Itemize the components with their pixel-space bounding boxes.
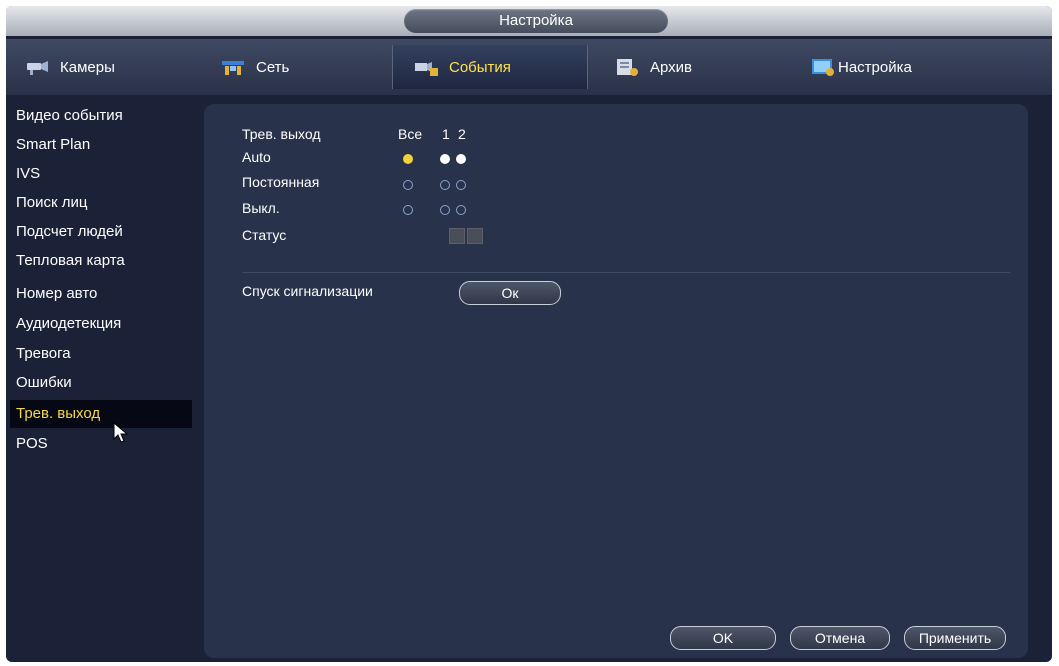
mouse-cursor-icon — [113, 422, 129, 443]
cancel-button[interactable]: Отмена — [790, 626, 890, 650]
mode-auto-label: Auto — [242, 149, 271, 165]
alarm-release-label: Спуск сигнализации — [242, 283, 373, 299]
sidebar-item-errors[interactable]: Ошибки — [10, 369, 192, 397]
archive-icon — [617, 59, 638, 76]
auto-all-radio[interactable] — [403, 154, 413, 164]
channel-2-header: 2 — [458, 126, 466, 142]
off-ch2-radio[interactable] — [456, 205, 466, 215]
sidebar-item-heat-map[interactable]: Тепловая карта — [10, 247, 192, 275]
sidebar-item-alarm-output[interactable]: Трев. выход — [10, 400, 192, 428]
permanent-ch2-radio[interactable] — [456, 180, 466, 190]
sidebar-item-plate-number[interactable]: Номер авто — [10, 280, 192, 308]
settings-icon — [812, 59, 834, 76]
sidebar-item-people-count[interactable]: Подсчет людей — [10, 218, 192, 246]
mode-off-label: Выкл. — [242, 200, 280, 216]
camera-icon — [27, 61, 48, 75]
permanent-all-radio[interactable] — [403, 180, 413, 190]
title-bar: Настройка — [6, 6, 1052, 36]
tab-events-label: События — [449, 58, 511, 76]
tab-events[interactable]: События — [392, 45, 588, 89]
all-column-header: Все — [398, 126, 423, 142]
tab-network-label: Сеть — [256, 58, 290, 76]
status-indicator-ch2 — [467, 228, 483, 244]
tab-network[interactable]: Сеть — [206, 45, 390, 89]
tab-archive[interactable]: Архив — [606, 45, 784, 89]
channel-1-header: 1 — [442, 126, 450, 142]
events-sidebar: Видео события Smart Plan IVS Поиск лиц П… — [6, 98, 196, 658]
alarm-output-panel: Трев. выход Все 1 2 Auto Постоянная Выкл… — [204, 104, 1028, 658]
window-title: Настройка — [404, 9, 668, 33]
alarm-output-header: Трев. выход — [242, 126, 321, 142]
off-ch1-radio[interactable] — [440, 205, 450, 215]
divider — [242, 272, 1010, 273]
events-icon — [415, 62, 438, 76]
alarm-release-button[interactable]: Ок — [459, 281, 561, 305]
sidebar-item-alarm[interactable]: Тревога — [10, 340, 192, 368]
sidebar-item-audio-detect[interactable]: Аудиодетекция — [10, 310, 192, 338]
sidebar-item-pos[interactable]: POS — [10, 430, 192, 458]
sidebar-item-smart-plan[interactable]: Smart Plan — [10, 131, 192, 159]
auto-ch1-radio[interactable] — [440, 154, 450, 164]
permanent-ch1-radio[interactable] — [440, 180, 450, 190]
off-all-radio[interactable] — [403, 205, 413, 215]
status-label: Статус — [242, 227, 287, 243]
status-indicator-ch1 — [449, 228, 465, 244]
network-icon — [222, 61, 244, 75]
auto-ch2-radio[interactable] — [456, 154, 466, 164]
sidebar-item-ivs[interactable]: IVS — [10, 160, 192, 188]
settings-window: Настройка Камеры Сеть События Архив Наст… — [6, 6, 1052, 662]
tab-settings[interactable]: Настройка — [806, 45, 1000, 89]
tab-cameras[interactable]: Камеры — [14, 45, 204, 89]
mode-permanent-label: Постоянная — [242, 174, 320, 190]
tab-settings-label: Настройка — [838, 58, 912, 76]
main-tabs: Камеры Сеть События Архив Настройка — [6, 39, 1052, 95]
sidebar-item-face-search[interactable]: Поиск лиц — [10, 189, 192, 217]
tab-archive-label: Архив — [650, 58, 693, 76]
tab-cameras-label: Камеры — [60, 58, 115, 76]
ok-button[interactable]: OK — [670, 626, 776, 650]
apply-button[interactable]: Применить — [904, 626, 1006, 650]
sidebar-item-video-events[interactable]: Видео события — [10, 102, 192, 130]
